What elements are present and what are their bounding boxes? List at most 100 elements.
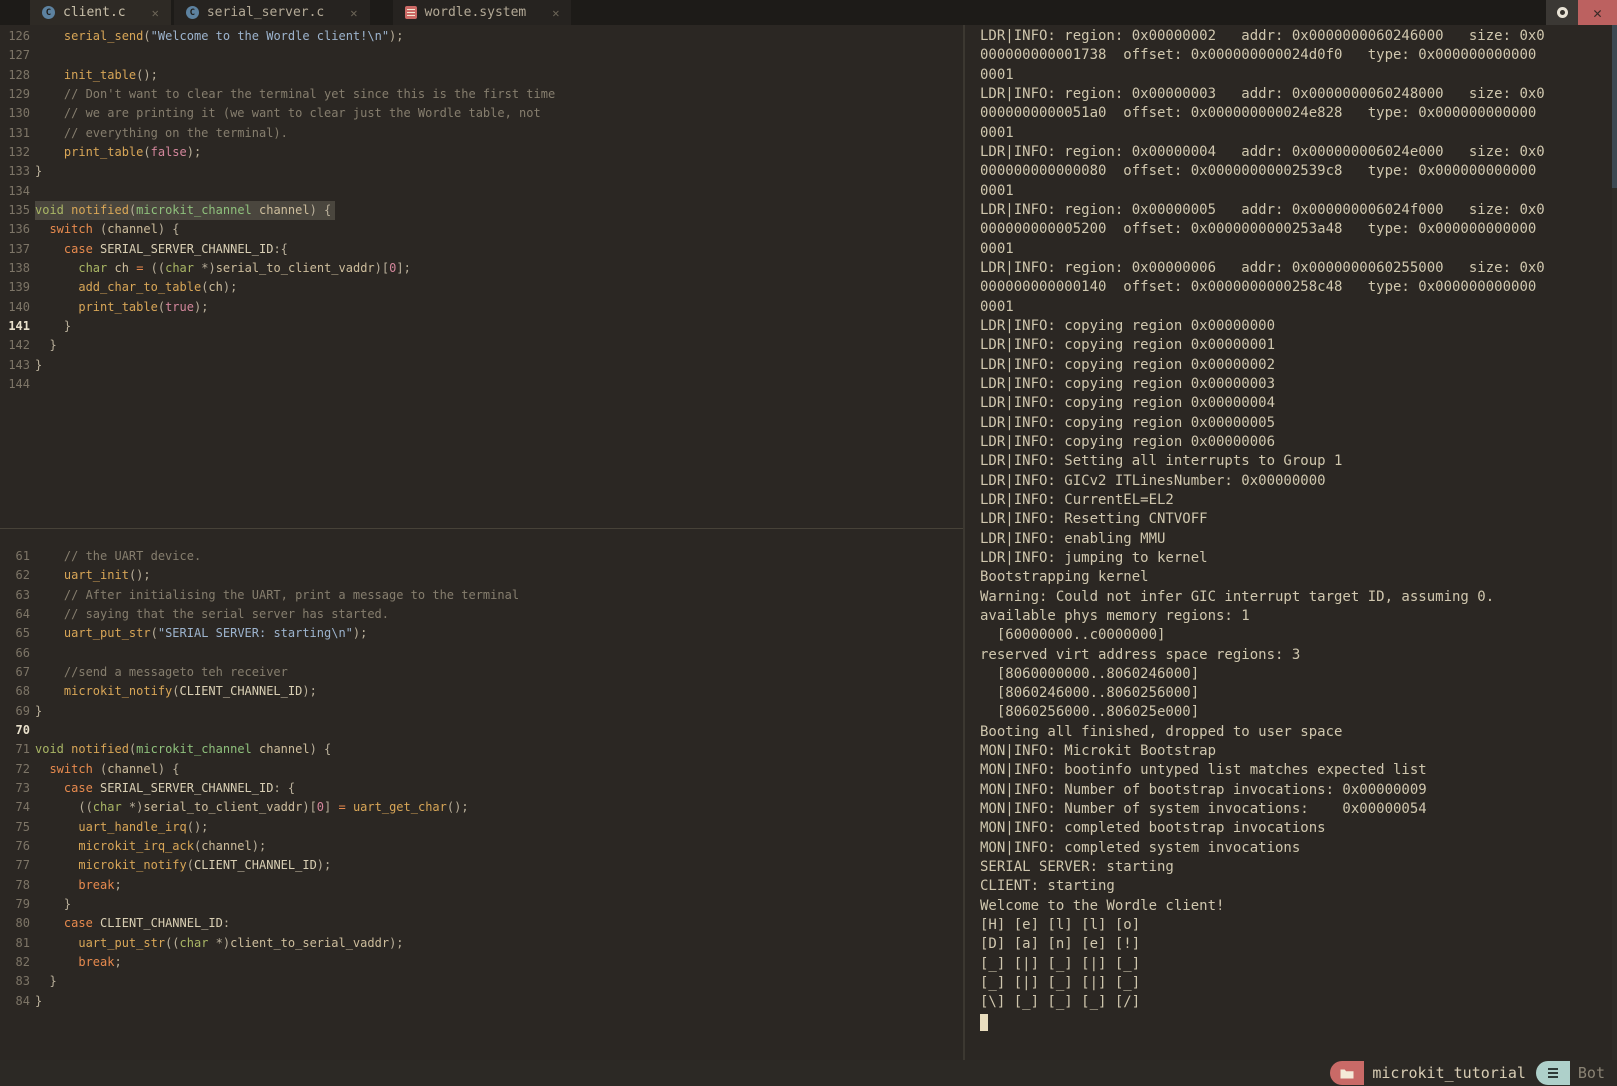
- terminal-line: 0001: [980, 298, 1611, 317]
- tab-serial-server-c[interactable]: Cserial_server.c✕: [174, 0, 370, 25]
- code-line-77: 77 microkit_notify(CLIENT_CHANNEL_ID);: [0, 856, 963, 875]
- line-number: 61: [0, 547, 30, 566]
- terminal-line: LDR|INFO: Setting all interrupts to Grou…: [980, 452, 1611, 471]
- line-number: 76: [0, 837, 30, 856]
- terminal-line: LDR|INFO: copying region 0x00000001: [980, 336, 1611, 355]
- status-bar: microkit_tutorial Bot: [0, 1060, 1617, 1086]
- code-text: // everything on the terminal).: [35, 124, 288, 143]
- terminal-line: [_] [|] [_] [|] [_]: [980, 955, 1611, 974]
- eye-icon: [1557, 7, 1568, 18]
- folder-icon: [1340, 1068, 1354, 1079]
- terminal-line: LDR|INFO: copying region 0x00000003: [980, 375, 1611, 394]
- line-number: 73: [0, 779, 30, 798]
- line-number: 137: [0, 240, 30, 259]
- code-text: case SERIAL_SERVER_CHANNEL_ID: {: [35, 779, 295, 798]
- code-line-144: 144: [0, 375, 963, 394]
- code-text: char ch = ((char *)serial_to_client_vadd…: [35, 259, 411, 278]
- terminal-output: LDR|INFO: region: 0x00000002 addr: 0x000…: [980, 27, 1611, 1032]
- bot-pill: [1536, 1061, 1570, 1085]
- line-number: 77: [0, 856, 30, 875]
- terminal-line: [8060256000..806025e000]: [980, 703, 1611, 722]
- terminal-line: 000000000000140 offset: 0x0000000000258c…: [980, 278, 1611, 297]
- code-text: //send a messageto teh receiver: [35, 663, 288, 682]
- tab-client-c[interactable]: Cclient.c✕: [30, 0, 171, 25]
- terminal-line: LDR|INFO: region: 0x00000003 addr: 0x000…: [980, 85, 1611, 104]
- code-line-136: 136 switch (channel) {: [0, 220, 963, 239]
- code-text: void notified(microkit_channel channel) …: [35, 740, 331, 759]
- terminal-line: LDR|INFO: region: 0x00000006 addr: 0x000…: [980, 259, 1611, 278]
- terminal-line: Welcome to the Wordle client!: [980, 897, 1611, 916]
- terminal-line: LDR|INFO: region: 0x00000002 addr: 0x000…: [980, 27, 1611, 46]
- code-text: }: [35, 702, 42, 721]
- main-area: 126 serial_send("Welcome to the Wordle c…: [0, 25, 1617, 1060]
- terminal-line: LDR|INFO: region: 0x00000005 addr: 0x000…: [980, 201, 1611, 220]
- terminal-line: [\] [_] [_] [_] [/]: [980, 993, 1611, 1012]
- code-text: // Don't want to clear the terminal yet …: [35, 85, 555, 104]
- terminal-line: 0001: [980, 240, 1611, 259]
- code-line-63: 63 // After initialising the UART, print…: [0, 586, 963, 605]
- terminal-line: LDR|INFO: enabling MMU: [980, 530, 1611, 549]
- line-number: 78: [0, 876, 30, 895]
- code-line-82: 82 break;: [0, 953, 963, 972]
- code-text: microkit_irq_ack(channel);: [35, 837, 266, 856]
- terminal-line: 0000000000051a0 offset: 0x000000000024e8…: [980, 104, 1611, 123]
- editor-pane-serial-server-c[interactable]: 61 // the UART device.62 uart_init();63 …: [0, 529, 963, 1060]
- line-number: 72: [0, 760, 30, 779]
- system-file-icon: [405, 6, 417, 19]
- terminal-line: LDR|INFO: GICv2 ITLinesNumber: 0x0000000…: [980, 472, 1611, 491]
- code-line-79: 79 }: [0, 895, 963, 914]
- tab-close-icon[interactable]: ✕: [350, 6, 357, 20]
- eye-button[interactable]: [1546, 0, 1578, 25]
- terminal-line: MON|INFO: Number of system invocations: …: [980, 800, 1611, 819]
- terminal-pane[interactable]: LDR|INFO: region: 0x00000002 addr: 0x000…: [965, 25, 1617, 1060]
- code-line-84: 84}: [0, 992, 963, 1011]
- line-number: 67: [0, 663, 30, 682]
- line-number: 83: [0, 972, 30, 991]
- code-text: }: [35, 317, 71, 336]
- line-number: 81: [0, 934, 30, 953]
- code-text: break;: [35, 876, 122, 895]
- terminal-scrollbar-thumb[interactable]: [1612, 25, 1617, 188]
- line-number: 143: [0, 356, 30, 375]
- window-close-button[interactable]: ✕: [1578, 0, 1617, 25]
- code-text: }: [35, 336, 57, 355]
- code-line-70: 70: [0, 721, 963, 740]
- editor-pane-client-c[interactable]: 126 serial_send("Welcome to the Wordle c…: [0, 25, 963, 528]
- tab-close-icon[interactable]: ✕: [552, 6, 559, 20]
- code-line-143: 143}: [0, 356, 963, 375]
- line-number: 80: [0, 914, 30, 933]
- code-text: // saying that the serial server has sta…: [35, 605, 389, 624]
- terminal-scrollbar[interactable]: [1612, 25, 1617, 1060]
- code-line-62: 62 uart_init();: [0, 566, 963, 585]
- terminal-line: 0001: [980, 124, 1611, 143]
- session-name-label: microkit_tutorial: [1364, 1064, 1536, 1082]
- line-number: 140: [0, 298, 30, 317]
- code-line-64: 64 // saying that the serial server has …: [0, 605, 963, 624]
- terminal-line: 000000000005200 offset: 0x0000000000253a…: [980, 220, 1611, 239]
- tab-wordle-system[interactable]: wordle.system✕: [393, 0, 572, 25]
- code-text: switch (channel) {: [35, 760, 180, 779]
- code-text: }: [35, 162, 42, 181]
- line-number: 71: [0, 740, 30, 759]
- code-text: add_char_to_table(ch);: [35, 278, 237, 297]
- code-line-72: 72 switch (channel) {: [0, 760, 963, 779]
- terminal-line: MON|INFO: Number of bootstrap invocation…: [980, 781, 1611, 800]
- code-line-65: 65 uart_put_str("SERIAL SERVER: starting…: [0, 624, 963, 643]
- code-text: microkit_notify(CLIENT_CHANNEL_ID);: [35, 856, 331, 875]
- code-line-83: 83 }: [0, 972, 963, 991]
- terminal-line: Warning: Could not infer GIC interrupt t…: [980, 588, 1611, 607]
- terminal-line: [H] [e] [l] [l] [o]: [980, 916, 1611, 935]
- editor-column: 126 serial_send("Welcome to the Wordle c…: [0, 25, 963, 1060]
- line-number: 127: [0, 46, 30, 65]
- c-file-icon: C: [42, 6, 55, 19]
- session-pill: [1330, 1061, 1364, 1085]
- app-window: Cclient.c✕Cserial_server.c✕ wordle.system…: [0, 0, 1617, 1086]
- tab-close-icon[interactable]: ✕: [152, 6, 159, 20]
- terminal-cursor: [980, 1014, 988, 1031]
- terminal-line: LDR|INFO: copying region 0x00000000: [980, 317, 1611, 336]
- line-number: 69: [0, 702, 30, 721]
- code-line-138: 138 char ch = ((char *)serial_to_client_…: [0, 259, 963, 278]
- terminal-line: available phys memory regions: 1: [980, 607, 1611, 626]
- line-number: 141: [0, 317, 30, 336]
- code-line-76: 76 microkit_irq_ack(channel);: [0, 837, 963, 856]
